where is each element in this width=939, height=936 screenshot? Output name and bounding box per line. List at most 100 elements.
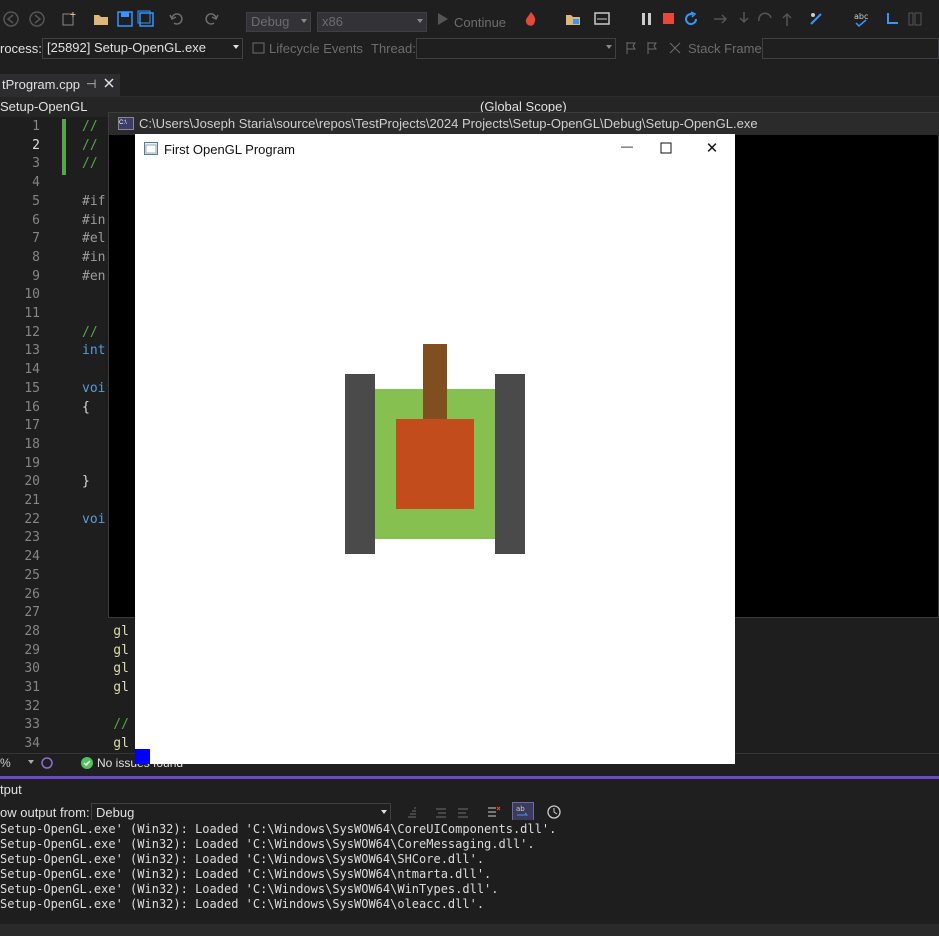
- save-all-icon[interactable]: [137, 10, 155, 28]
- code-line-fragment: gl: [82, 680, 129, 695]
- step-over-icon[interactable]: [756, 10, 774, 28]
- chevron-down-icon[interactable]: [28, 760, 34, 764]
- code-line-fragment: #in: [82, 212, 106, 228]
- line-number: 9: [32, 268, 40, 284]
- save-icon[interactable]: [116, 10, 134, 28]
- line-number: 19: [24, 455, 40, 471]
- line-number: 33: [24, 717, 40, 733]
- line-number: 31: [24, 680, 40, 695]
- line-number: 30: [24, 661, 40, 677]
- change-margin-marker: [62, 119, 66, 175]
- line-number: 28: [24, 623, 40, 639]
- code-line-fragment: gl: [82, 736, 129, 752]
- flag-threads-icon[interactable]: [645, 41, 659, 58]
- code-line-fragment: voi: [82, 511, 106, 527]
- line-number: 12: [24, 324, 40, 340]
- close-tab-icon[interactable]: [103, 77, 115, 92]
- breakpoint-tool-icon[interactable]: [808, 10, 826, 28]
- step-arrow-icon[interactable]: [712, 10, 730, 28]
- comment-tool-icon[interactable]: [884, 10, 902, 28]
- continue-play-icon[interactable]: [434, 10, 452, 28]
- pin-icon[interactable]: ⊣: [86, 77, 96, 91]
- process-label: rocess:: [0, 41, 42, 56]
- code-line-fragment: }: [82, 474, 90, 490]
- stop-icon[interactable]: [660, 10, 678, 28]
- console-title-bar[interactable]: C:\ C:\Users\Joseph Staria\source\repos\…: [109, 113, 939, 135]
- flag-icon[interactable]: [624, 41, 638, 58]
- word-wrap-toggle-icon[interactable]: ab: [512, 802, 534, 822]
- line-number: 13: [24, 343, 40, 359]
- line-number: 20: [24, 474, 40, 490]
- line-number: 5: [32, 193, 40, 209]
- back-icon[interactable]: [2, 10, 20, 28]
- new-project-icon[interactable]: [60, 10, 78, 28]
- chevron-down-icon: [606, 45, 612, 49]
- svg-text:abc: abc: [854, 12, 868, 21]
- chevron-down-icon: [417, 19, 423, 23]
- layout-tool-icon[interactable]: [906, 10, 924, 28]
- line-number: 7: [32, 231, 40, 247]
- output-line: Setup-OpenGL.exe' (Win32): Loaded 'C:\Wi…: [0, 837, 535, 851]
- code-line-fragment: #el: [82, 231, 106, 247]
- hot-reload-icon[interactable]: [522, 10, 540, 28]
- step-into-icon[interactable]: [735, 10, 753, 28]
- zoom-level[interactable]: %: [0, 756, 11, 770]
- platform-select[interactable]: x86: [317, 12, 427, 32]
- code-line-fragment: //: [82, 156, 98, 172]
- code-line-fragment: int: [82, 343, 106, 359]
- line-number: 27: [24, 605, 40, 621]
- process-select[interactable]: [25892] Setup-OpenGL.exe: [42, 38, 243, 59]
- svg-text:ab: ab: [516, 805, 525, 813]
- main-toolbar: Debug x86 Continue abc: [0, 0, 939, 38]
- lifecycle-events-button[interactable]: Lifecycle Events: [269, 41, 363, 56]
- code-line-fragment: //: [82, 137, 98, 153]
- output-line: Setup-OpenGL.exe' (Win32): Loaded 'C:\Wi…: [0, 882, 499, 896]
- panel-separator: [0, 776, 939, 779]
- line-number: 15: [24, 380, 40, 396]
- restart-icon[interactable]: [682, 10, 700, 28]
- code-line-fragment: //: [82, 717, 129, 733]
- output-line: Setup-OpenGL.exe' (Win32): Loaded 'C:\Wi…: [0, 852, 485, 866]
- thread-label: Thread:: [371, 41, 416, 56]
- tank-turret: [396, 419, 474, 509]
- output-line: Setup-OpenGL.exe' (Win32): Loaded 'C:\Wi…: [0, 867, 492, 881]
- redo-icon[interactable]: [202, 10, 220, 28]
- line-number: 6: [32, 212, 40, 228]
- debug-location-bar: rocess: [25892] Setup-OpenGL.exe Lifecyc…: [0, 38, 939, 60]
- opengl-window[interactable]: First OpenGL Program — ✕: [135, 134, 735, 764]
- line-number: 34: [24, 736, 40, 752]
- forward-icon[interactable]: [28, 10, 46, 28]
- tab-testprogram-cpp[interactable]: tProgram.cpp ⊣: [0, 74, 120, 96]
- check-circle-icon: [80, 756, 94, 773]
- diagnostic-icon[interactable]: [593, 10, 611, 28]
- open-folder-icon[interactable]: [92, 10, 110, 28]
- step-out-icon[interactable]: [778, 10, 796, 28]
- line-number: 29: [24, 642, 40, 658]
- thread-select[interactable]: [416, 38, 616, 59]
- pause-icon[interactable]: [638, 10, 656, 28]
- line-number: 14: [24, 362, 40, 378]
- opengl-canvas[interactable]: [135, 134, 735, 764]
- output-panel-header: tput: [0, 780, 939, 800]
- output-line: Setup-OpenGL.exe' (Win32): Loaded 'C:\Wi…: [0, 897, 485, 911]
- line-number: 8: [32, 249, 40, 265]
- copilot-icon[interactable]: [40, 756, 54, 773]
- code-line-fragment: //: [82, 119, 106, 134]
- line-number: 11: [24, 306, 40, 321]
- filter-icon[interactable]: [668, 41, 682, 58]
- line-number: 23: [24, 530, 40, 546]
- corner-blue-square: [135, 749, 150, 764]
- project-scope[interactable]: Setup-OpenGL: [0, 99, 87, 114]
- console-title: C:\Users\Joseph Staria\source\repos\Test…: [139, 116, 758, 131]
- lifecycle-icon: [252, 41, 266, 58]
- output-log[interactable]: Setup-OpenGL.exe' (Win32): Loaded 'C:\Wi…: [0, 820, 939, 920]
- stack-frame-select[interactable]: [762, 38, 939, 59]
- spell-check-icon[interactable]: abc: [852, 10, 870, 28]
- line-number: 16: [24, 399, 40, 415]
- chevron-down-icon: [301, 19, 307, 23]
- undo-icon[interactable]: [168, 10, 186, 28]
- configuration-select[interactable]: Debug: [246, 12, 311, 32]
- process-icon[interactable]: [564, 10, 582, 28]
- continue-button[interactable]: Continue: [454, 15, 506, 30]
- line-number: 24: [24, 549, 40, 565]
